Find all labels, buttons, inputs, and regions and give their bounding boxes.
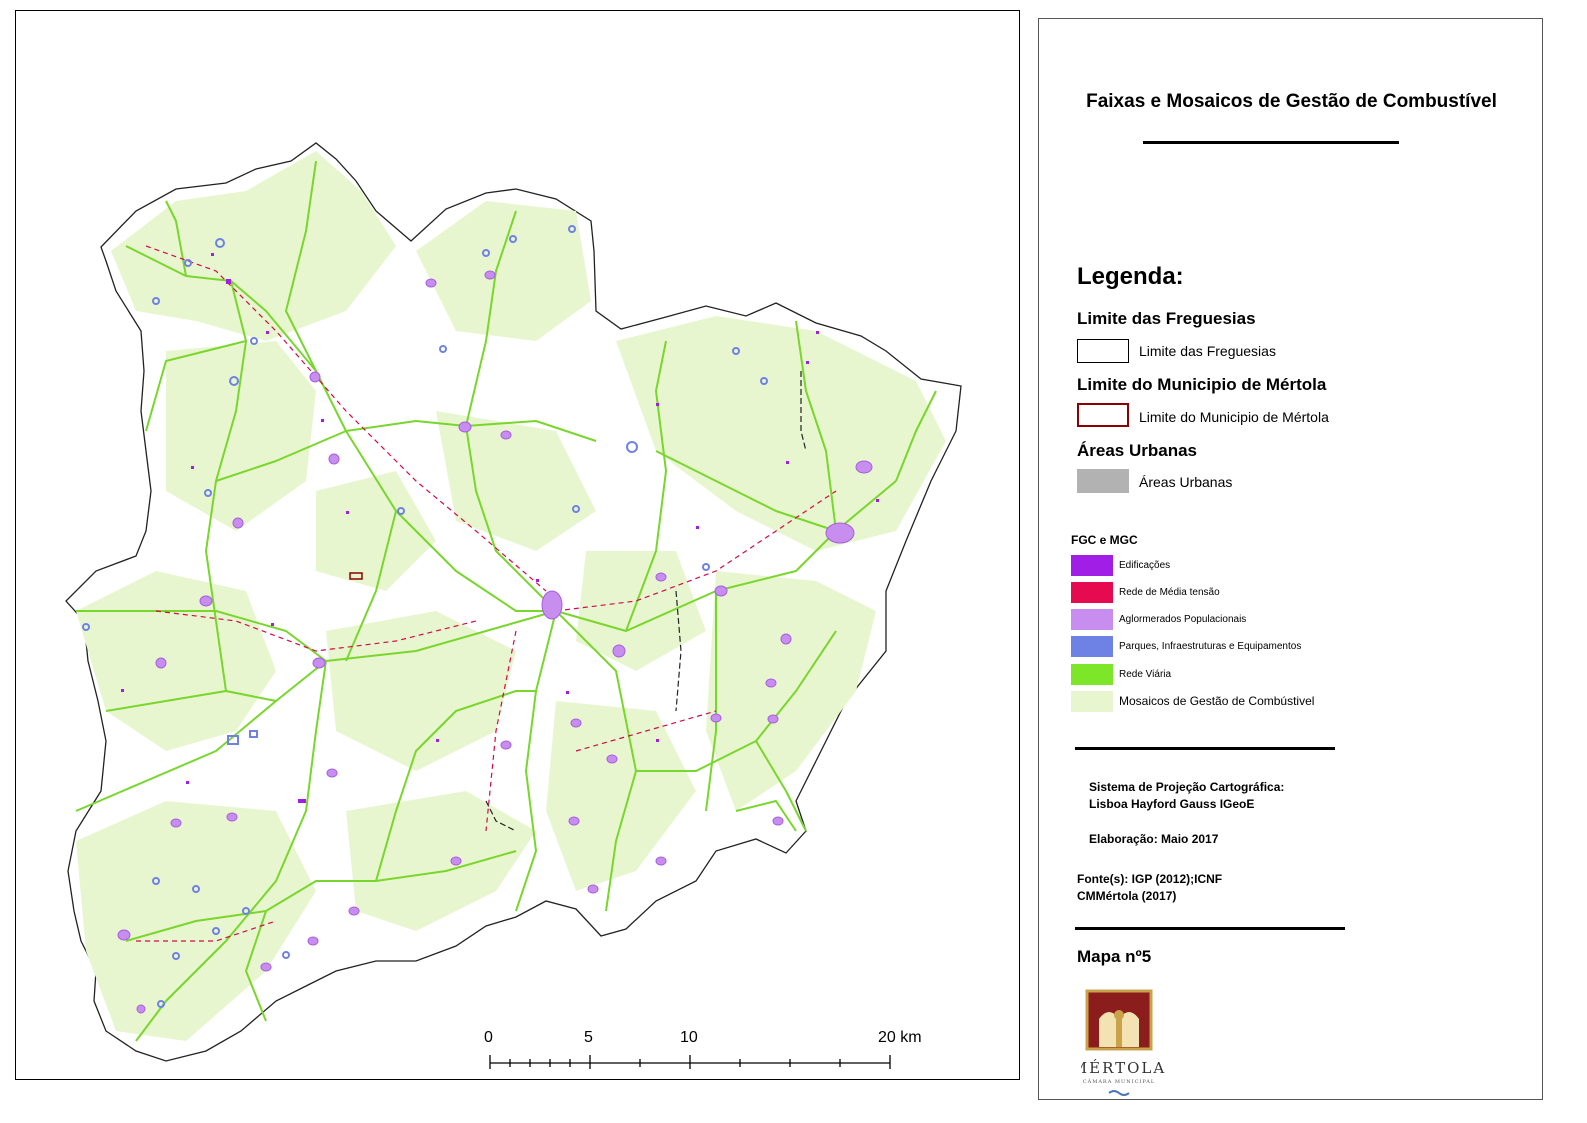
projection-info: Sistema de Projeção Cartográfica: Lisboa…: [1089, 779, 1284, 813]
swatch-edificacoes: [1071, 555, 1113, 576]
logo-subtitle: CÂMARA MUNICIPAL: [1083, 1078, 1155, 1085]
swatch-mosaicos: [1071, 691, 1113, 712]
projection-label: Sistema de Projeção Cartográfica:: [1089, 780, 1285, 794]
section-municipio-title: Limite do Municipio de Mértola: [1077, 375, 1327, 394]
title-divider: [1143, 141, 1399, 144]
label-rede-viaria: Rede Viária: [1119, 669, 1172, 680]
label-urbanas: Áreas Urbanas: [1139, 474, 1233, 490]
swatch-municipio: [1077, 403, 1129, 427]
map-number: Mapa nº5: [1077, 947, 1152, 966]
sources-info: Fonte(s): IGP (2012);ICNF CMMértola (201…: [1077, 871, 1222, 905]
legend-divider: [1075, 747, 1335, 750]
source-line-1: Fonte(s): IGP (2012);ICNF: [1077, 872, 1223, 886]
label-aglomerados: Aglormerados Populacionais: [1119, 614, 1247, 625]
elaboration-date: Elaboração: Maio 2017: [1089, 832, 1219, 846]
map-canvas: [65, 142, 962, 1062]
projection-value: Lisboa Hayford Gauss IGeoE: [1089, 797, 1255, 811]
sources-divider: [1075, 927, 1345, 930]
label-freguesias: Limite das Freguesias: [1139, 343, 1276, 359]
label-parques: Parques, Infraestruturas e Equipamentos: [1119, 641, 1302, 652]
swatch-freguesias: [1077, 339, 1129, 363]
label-municipio: Limite do Municipio de Mértola: [1139, 409, 1329, 425]
logo-name: MÉRTOLA: [1081, 1059, 1166, 1077]
legend-panel: Faixas e Mosaicos de Gestão de Combustív…: [1038, 18, 1543, 1100]
swatch-urbanas: [1077, 469, 1129, 493]
source-line-2: CMMértola (2017): [1077, 889, 1177, 903]
swatch-aglomerados: [1071, 609, 1113, 630]
map-title: Faixas e Mosaicos de Gestão de Combustív…: [1086, 91, 1497, 112]
swatch-parques: [1071, 636, 1113, 657]
legend-heading: Legenda:: [1077, 263, 1184, 290]
label-edificacoes: Edificações: [1119, 560, 1171, 571]
label-media-tensao: Rede de Média tensão: [1119, 587, 1220, 598]
label-mosaicos: Mosaicos de Gestão de Combústivel: [1119, 694, 1315, 708]
map-view[interactable]: 0 5 10 20 km: [15, 10, 1020, 1080]
section-urbanas-title: Áreas Urbanas: [1077, 441, 1198, 460]
swatch-media-tensao: [1071, 582, 1113, 603]
mertola-emblem-icon: MÉRTOLA CÂMARA MUNICIPAL: [1072, 989, 1166, 1096]
section-freguesias-title: Limite das Freguesias: [1077, 309, 1256, 328]
fgc-heading: FGC e MGC: [1071, 533, 1138, 547]
swatch-rede-viaria: [1071, 664, 1113, 685]
mertola-logo: MÉRTOLA CÂMARA MUNICIPAL: [1072, 989, 1173, 1099]
